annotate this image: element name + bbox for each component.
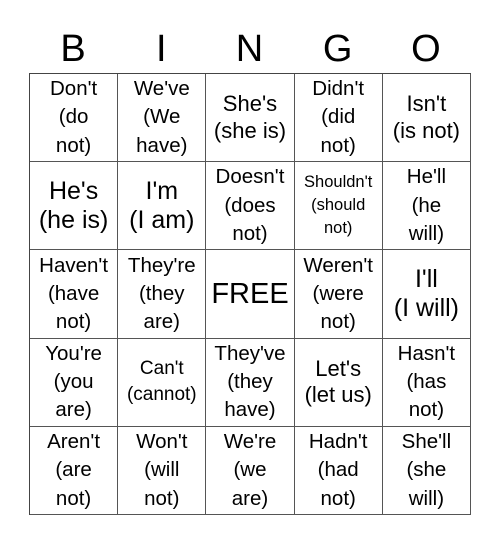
bingo-cell[interactable]: Won't (will not) <box>118 426 207 515</box>
cell-text: You're (you are) <box>45 341 102 422</box>
bingo-cell[interactable]: Shouldn't (should not) <box>294 162 383 251</box>
header-letter-g: G <box>322 28 353 70</box>
bingo-cell[interactable]: Can't (cannot) <box>118 338 207 427</box>
cell-text: They've (they have) <box>214 341 286 422</box>
bingo-cell[interactable]: Aren't (are not) <box>30 426 119 515</box>
bingo-cell[interactable]: Hasn't (has not) <box>382 338 471 427</box>
bingo-header: B I N G O <box>29 26 470 72</box>
bingo-cell[interactable]: She's (she is) <box>206 74 295 163</box>
cell-text: Didn't (did not) <box>312 77 365 157</box>
bingo-cell[interactable]: She'll (she will) <box>382 426 471 515</box>
bingo-cell[interactable]: Isn't (is not) <box>382 74 471 163</box>
cell-text: He'll (he will) <box>406 165 446 245</box>
bingo-cell[interactable]: I'm (I am) <box>118 162 207 251</box>
header-letter-o: O <box>411 28 441 70</box>
bingo-cell[interactable]: Hadn't (had not) <box>294 426 383 515</box>
header-letter-b: B <box>60 28 86 70</box>
bingo-cell[interactable]: We're (we are) <box>206 426 295 515</box>
cell-text: We're (we are) <box>223 429 277 510</box>
bingo-card-grid: Don't (do not) We've (We have) She's (sh… <box>29 73 471 515</box>
cell-text: Won't (will not) <box>136 429 188 510</box>
bingo-cell[interactable]: Don't (do not) <box>30 74 119 163</box>
bingo-cell[interactable]: Haven't (have not) <box>30 250 119 339</box>
bingo-cell[interactable]: He's (he is) <box>30 162 119 251</box>
header-letter-n: N <box>235 28 264 70</box>
bingo-cell[interactable]: Didn't (did not) <box>294 74 383 163</box>
cell-text: She'll (she will) <box>401 429 452 510</box>
header-letter-i: I <box>156 28 167 70</box>
bingo-cell[interactable]: Let's (let us) <box>294 338 383 427</box>
cell-text: They're (they are) <box>127 253 196 334</box>
bingo-cell[interactable]: They've (they have) <box>206 338 295 427</box>
bingo-cell[interactable]: Weren't (were not) <box>294 250 383 339</box>
cell-text: Shouldn't (should not) <box>304 173 373 238</box>
cell-text: I'll (I will) <box>393 265 460 322</box>
cell-text: Let's (let us) <box>304 355 372 408</box>
cell-text: Isn't (is not) <box>392 91 461 143</box>
bingo-cell[interactable]: We've (We have) <box>118 74 207 163</box>
cell-text: Can't (cannot) <box>126 357 197 406</box>
cell-text: He's (he is) <box>38 177 109 234</box>
free-space-cell[interactable]: FREE <box>206 250 295 339</box>
cell-text: Hadn't (had not) <box>308 429 368 510</box>
cell-text: Doesn't (does not) <box>215 165 285 245</box>
cell-text: We've (We have) <box>133 77 190 157</box>
cell-text: I'm (I am) <box>129 177 195 234</box>
cell-text: Weren't (were not) <box>303 253 373 334</box>
bingo-cell[interactable]: He'll (he will) <box>382 162 471 251</box>
bingo-cell[interactable]: I'll (I will) <box>382 250 471 339</box>
bingo-cell[interactable]: You're (you are) <box>30 338 119 427</box>
free-space-label: FREE <box>211 277 289 310</box>
cell-text: Haven't (have not) <box>39 253 109 334</box>
cell-text: Aren't (are not) <box>47 429 101 510</box>
cell-text: Hasn't (has not) <box>397 341 456 422</box>
cell-text: She's (she is) <box>213 91 287 143</box>
bingo-cell[interactable]: They're (they are) <box>118 250 207 339</box>
cell-text: Don't (do not) <box>49 77 98 157</box>
bingo-cell[interactable]: Doesn't (does not) <box>206 162 295 251</box>
